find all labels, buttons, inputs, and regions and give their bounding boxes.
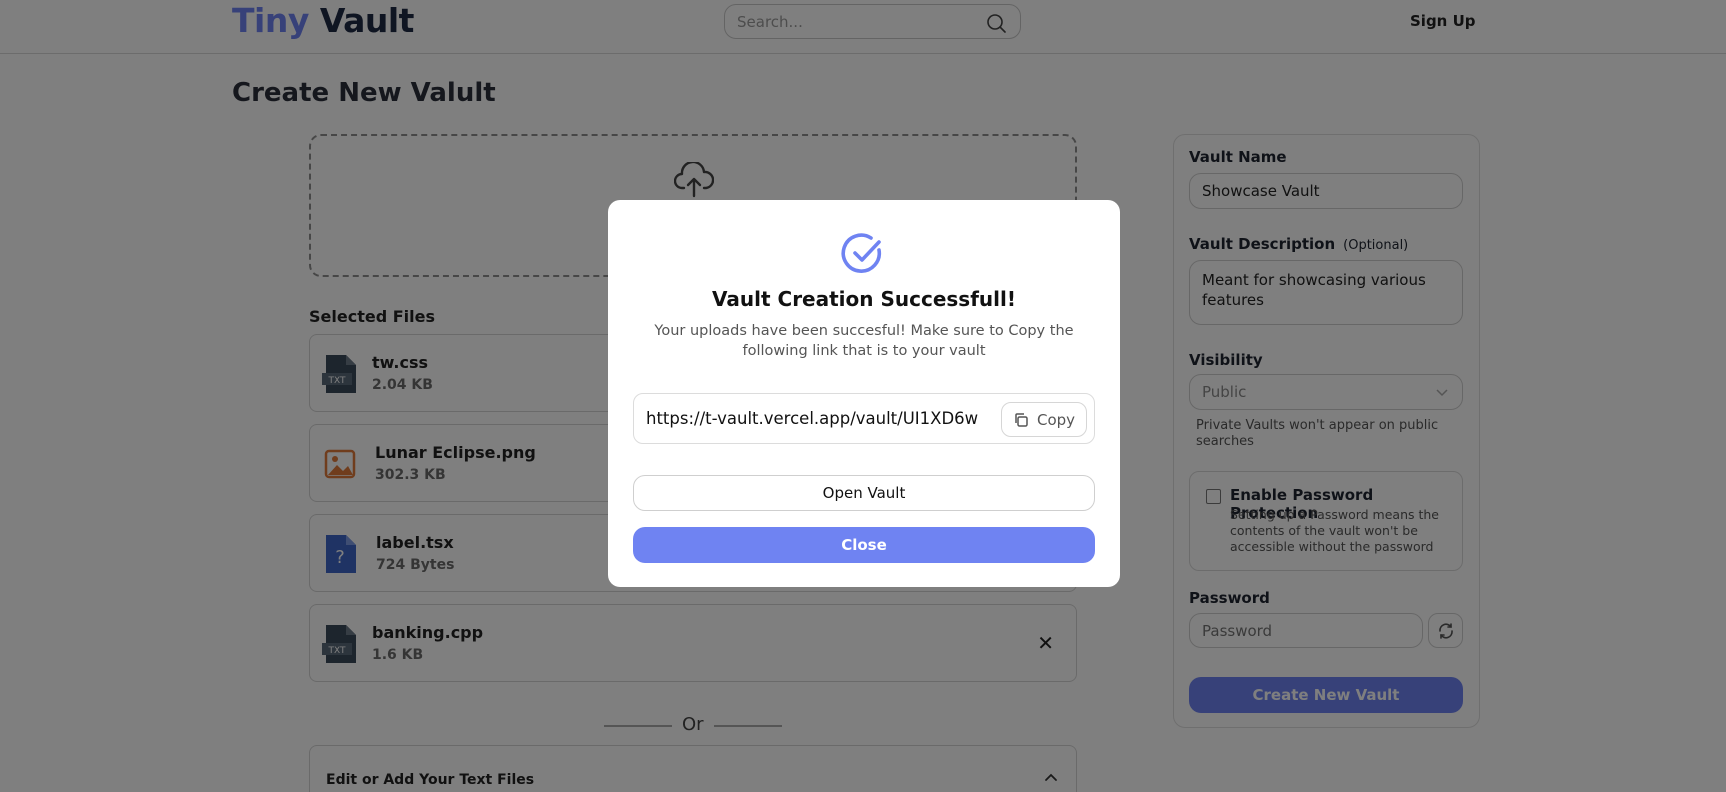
copy-icon [1015,413,1028,427]
vault-url: https://t-vault.vercel.app/vault/UI1XD6w [646,409,979,428]
vault-link-box: https://t-vault.vercel.app/vault/UI1XD6w… [633,393,1095,444]
success-check-icon [841,233,882,273]
close-modal-button[interactable]: Close [633,527,1095,563]
copy-label: Copy [1037,411,1076,429]
success-modal: Vault Creation Successfull! Your uploads… [608,200,1120,587]
copy-button[interactable]: Copy [1001,402,1087,437]
modal-description: Your uploads have been succesful! Make s… [654,323,1074,359]
modal-title: Vault Creation Successfull! [712,287,1016,311]
open-vault-button[interactable]: Open Vault [633,475,1095,511]
